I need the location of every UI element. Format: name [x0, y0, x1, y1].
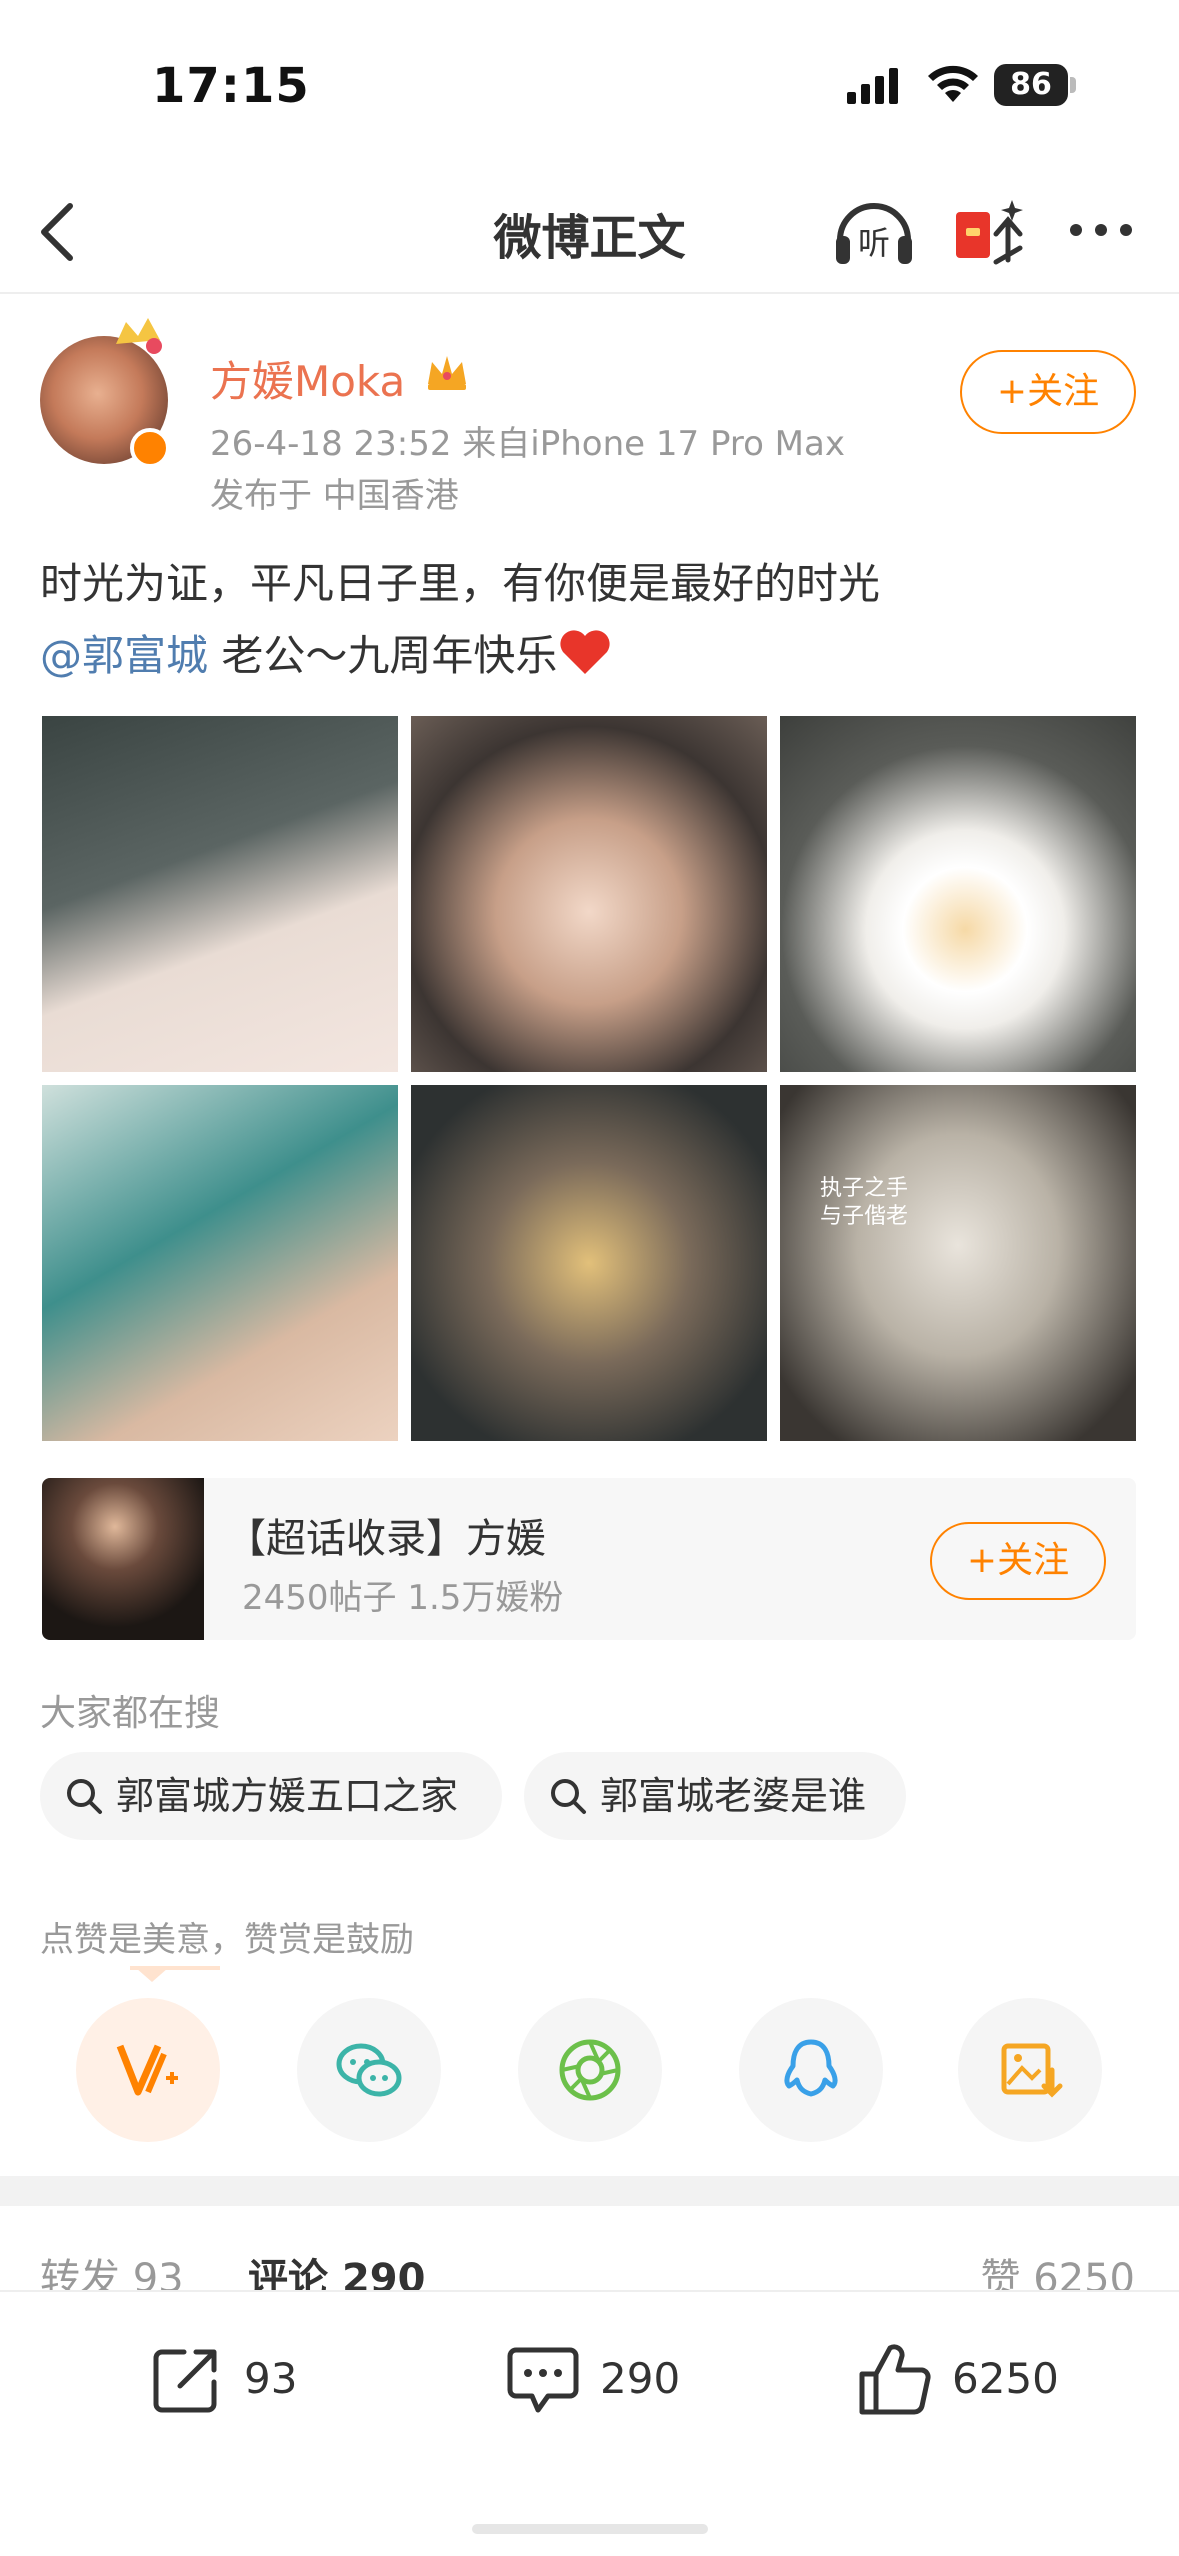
cellular-signal-icon — [847, 68, 898, 104]
post-photo-3[interactable] — [780, 716, 1136, 1072]
search-icon — [67, 1779, 102, 1814]
photo-engraving-text: 执子之手 与子偕老 — [820, 1176, 909, 1229]
repost-count: 93 — [244, 2354, 298, 2403]
post-photo-2[interactable] — [411, 716, 767, 1072]
repost-icon — [153, 2349, 217, 2413]
post-photo-1[interactable] — [42, 716, 398, 1072]
super-topic-title: 【超话收录】方媛 — [226, 1516, 546, 1562]
repost-button[interactable]: 93 — [148, 2332, 348, 2422]
wifi-icon — [928, 65, 978, 102]
post-text-rest: 老公～九周年快乐 — [208, 631, 558, 680]
crown-icon — [428, 356, 466, 390]
battery-level: 86 — [994, 64, 1068, 106]
search-chip-label: 郭富城老婆是谁 — [600, 1774, 867, 1818]
save-image-icon — [1001, 2043, 1063, 2098]
search-chip[interactable]: 郭富城老婆是谁 — [524, 1752, 906, 1840]
moments-aperture-icon — [559, 2039, 621, 2101]
super-topic-stats: 2450帖子 1.5万媛粉 — [242, 1578, 564, 1618]
more-options-icon[interactable] — [1066, 210, 1136, 250]
red-heart-icon — [560, 630, 610, 674]
super-topic-card[interactable]: 【超话收录】方媛 2450帖子 1.5万媛粉 +关注 — [42, 1478, 1136, 1640]
search-icon — [551, 1779, 586, 1814]
search-chip[interactable]: 郭富城方媛五口之家 — [40, 1752, 502, 1840]
comment-button[interactable]: 290 — [504, 2332, 724, 2422]
verified-badge — [130, 428, 170, 468]
share-qq-button[interactable] — [739, 1998, 883, 2142]
follow-button[interactable]: +关注 — [960, 350, 1136, 434]
listen-headphones-icon[interactable]: 听 — [830, 190, 918, 270]
comment-icon — [507, 2347, 579, 2413]
section-divider — [0, 2176, 1179, 2206]
battery-icon: 86 — [994, 64, 1076, 106]
author-name[interactable]: 方媛Moka — [210, 348, 405, 409]
post-location: 发布于 中国香港 — [210, 476, 459, 516]
post-timestamp-source: 26-4-18 23:52 来自iPhone 17 Pro Max — [210, 424, 845, 464]
like-count: 6250 — [952, 2354, 1059, 2403]
reward-v-icon — [116, 2044, 178, 2096]
comment-count: 290 — [600, 2354, 681, 2403]
post-photo-4[interactable] — [42, 1085, 398, 1441]
avatar-decoration-icon — [116, 318, 162, 354]
post-text: 时光为证，平凡日子里，有你便是最好的时光 @郭富城 老公～九周年快乐 — [40, 548, 1140, 692]
mention-link[interactable]: @郭富城 — [40, 631, 208, 680]
reward-button[interactable] — [76, 1998, 220, 2142]
wechat-icon — [336, 2043, 402, 2097]
save-image-button[interactable] — [958, 1998, 1102, 2142]
post-text-line-2: @郭富城 老公～九周年快乐 — [40, 620, 1140, 692]
post-text-line-1: 时光为证，平凡日子里，有你便是最好的时光 — [40, 559, 881, 608]
bottom-action-bar: 93 290 6250 — [0, 2290, 1179, 2556]
share-heading: 点赞是美意，赞赏是鼓励 — [40, 1920, 414, 1960]
thumbs-up-icon — [859, 2344, 931, 2415]
super-topic-thumbnail — [42, 1478, 204, 1640]
svg-text:听: 听 — [858, 224, 890, 262]
red-packet-icon[interactable] — [950, 190, 1030, 270]
home-indicator — [472, 2524, 708, 2534]
qq-penguin-icon — [784, 2039, 838, 2097]
search-suggestions-heading: 大家都在搜 — [40, 1693, 221, 1734]
like-button[interactable]: 6250 — [856, 2332, 1096, 2422]
super-topic-follow-button[interactable]: +关注 — [930, 1522, 1106, 1600]
share-wechat-button[interactable] — [297, 1998, 441, 2142]
nav-bar: 微博正文 听 — [0, 170, 1179, 294]
post-photo-5[interactable] — [411, 1085, 767, 1441]
status-bar: 17:15 86 — [0, 0, 1179, 170]
post-photo-6[interactable]: 执子之手 与子偕老 — [780, 1085, 1136, 1441]
search-chip-label: 郭富城方媛五口之家 — [116, 1774, 459, 1818]
status-time: 17:15 — [152, 58, 310, 114]
share-moments-button[interactable] — [518, 1998, 662, 2142]
